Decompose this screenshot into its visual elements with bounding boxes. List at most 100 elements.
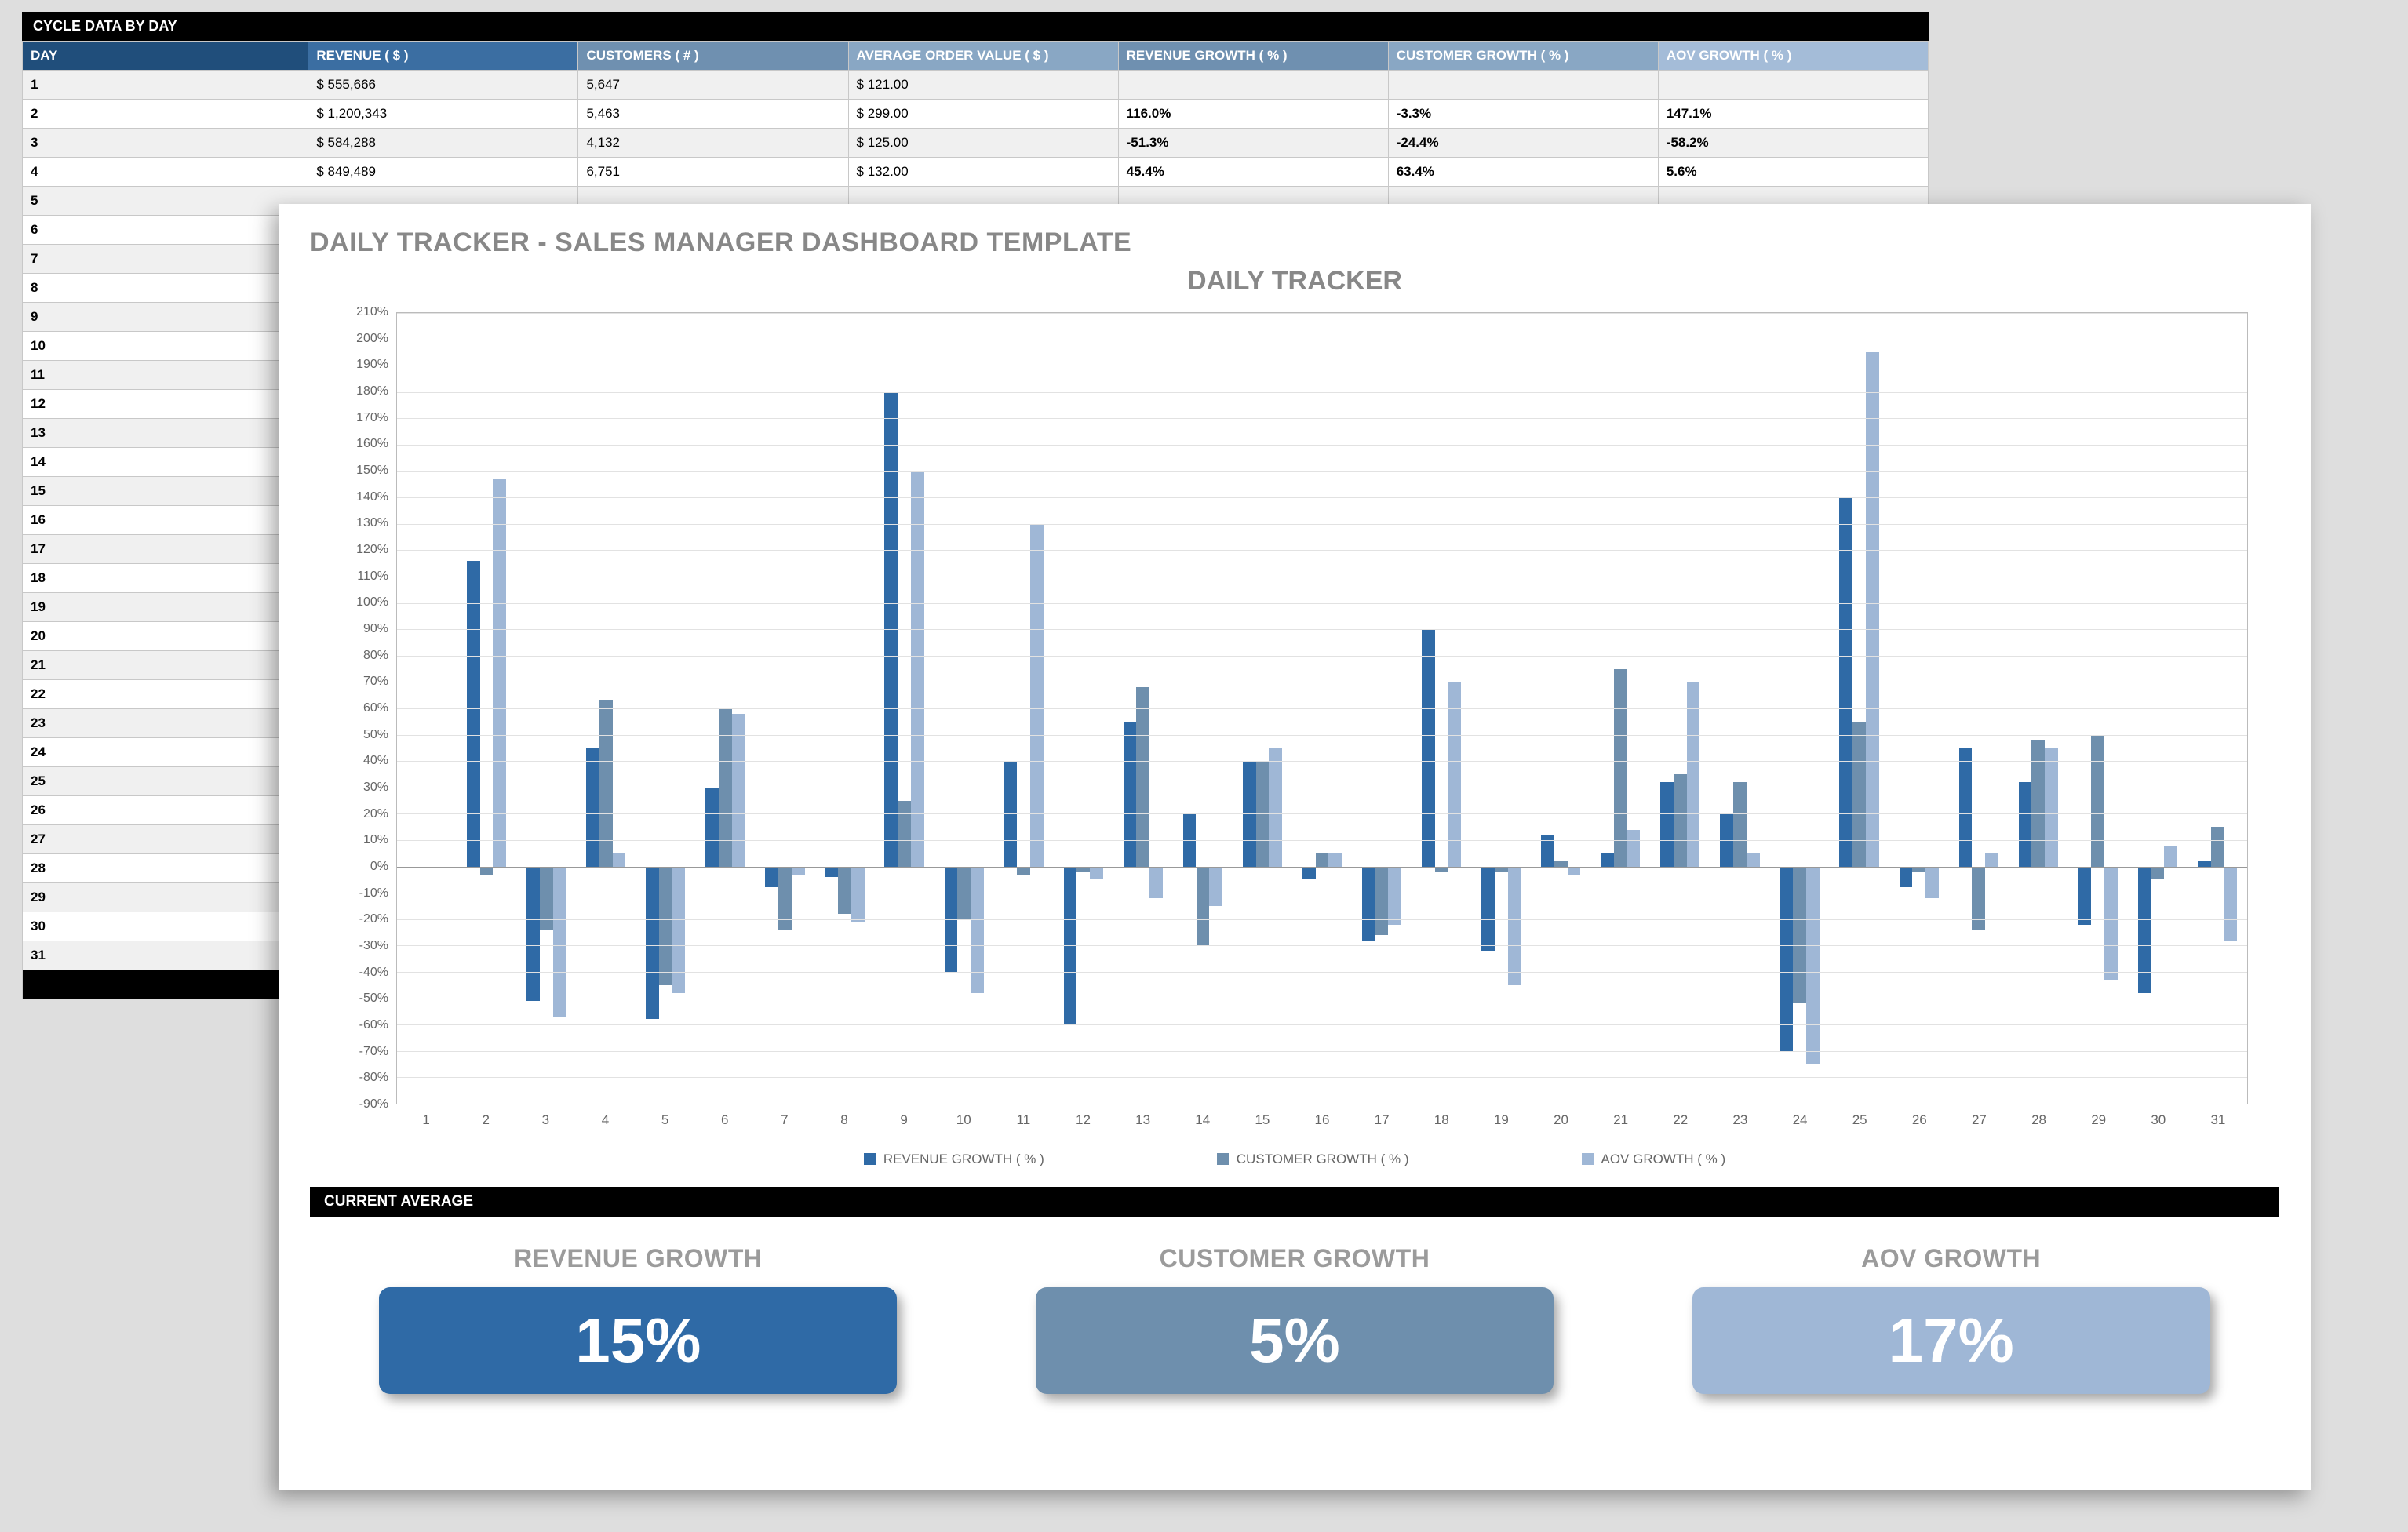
bar-customer bbox=[778, 867, 792, 930]
y-tick: 10% bbox=[326, 833, 388, 847]
bar-revenue bbox=[1780, 867, 1793, 1051]
x-tick: 9 bbox=[900, 1112, 907, 1128]
table-row[interactable]: 4$ 849,4896,751$ 132.0045.4%63.4%5.6% bbox=[23, 158, 1929, 187]
bar-revenue bbox=[825, 867, 838, 877]
bar-customer bbox=[659, 867, 672, 985]
x-tick: 23 bbox=[1732, 1112, 1747, 1128]
bar-aov bbox=[1687, 682, 1700, 866]
bar-customer bbox=[540, 867, 553, 930]
bar-aov bbox=[1328, 853, 1342, 867]
y-tick: -80% bbox=[326, 1071, 388, 1085]
chart-title: DAILY TRACKER bbox=[310, 266, 2279, 297]
x-tick: 10 bbox=[956, 1112, 971, 1128]
x-tick: 6 bbox=[721, 1112, 728, 1128]
y-tick: 140% bbox=[326, 490, 388, 504]
x-tick: 18 bbox=[1434, 1112, 1449, 1128]
bar-revenue bbox=[526, 867, 540, 1001]
y-tick: -30% bbox=[326, 939, 388, 953]
col-customers: CUSTOMERS ( # ) bbox=[578, 42, 848, 71]
bar-aov bbox=[1627, 830, 1641, 867]
bar-revenue bbox=[1302, 867, 1316, 880]
x-tick: 17 bbox=[1375, 1112, 1390, 1128]
stat-value: 15% bbox=[379, 1287, 897, 1394]
bar-customer bbox=[1614, 669, 1627, 867]
legend-item-customer: CUSTOMER GROWTH ( % ) bbox=[1217, 1152, 1409, 1167]
bar-aov bbox=[672, 867, 686, 993]
bar-revenue bbox=[586, 748, 599, 866]
y-tick: -90% bbox=[326, 1097, 388, 1112]
y-tick: 180% bbox=[326, 384, 388, 398]
table-row[interactable]: 2$ 1,200,3435,463$ 299.00116.0%-3.3%147.… bbox=[23, 100, 1929, 129]
table-row[interactable]: 1$ 555,6665,647$ 121.00 bbox=[23, 71, 1929, 100]
y-tick: 80% bbox=[326, 649, 388, 663]
col-rev-growth: REVENUE GROWTH ( % ) bbox=[1118, 42, 1388, 71]
bar-revenue bbox=[1124, 722, 1137, 867]
y-tick: 120% bbox=[326, 543, 388, 557]
x-tick: 14 bbox=[1195, 1112, 1210, 1128]
x-tick: 16 bbox=[1315, 1112, 1330, 1128]
dashboard-card: DAILY TRACKER - SALES MANAGER DASHBOARD … bbox=[279, 204, 2311, 1490]
x-tick: 13 bbox=[1135, 1112, 1150, 1128]
bar-aov bbox=[1209, 867, 1222, 906]
bar-revenue bbox=[2019, 782, 2032, 867]
bar-aov bbox=[553, 867, 566, 1017]
bar-customer bbox=[1852, 722, 1866, 867]
bar-revenue bbox=[2078, 867, 2092, 925]
bar-aov bbox=[971, 867, 984, 993]
stat-value: 5% bbox=[1036, 1287, 1554, 1394]
y-tick: 100% bbox=[326, 595, 388, 610]
x-tick: 19 bbox=[1494, 1112, 1509, 1128]
bar-revenue bbox=[765, 867, 778, 888]
y-tick: 110% bbox=[326, 569, 388, 584]
bar-aov bbox=[493, 479, 506, 867]
bar-revenue bbox=[467, 561, 480, 867]
bar-aov bbox=[1866, 352, 1879, 866]
y-tick: -40% bbox=[326, 966, 388, 980]
stats-row: REVENUE GROWTH 15% CUSTOMER GROWTH 5% AO… bbox=[310, 1244, 2279, 1394]
bar-aov bbox=[1090, 867, 1103, 880]
table-row[interactable]: 3$ 584,2884,132$ 125.00-51.3%-24.4%-58.2… bbox=[23, 129, 1929, 158]
y-tick: 0% bbox=[326, 860, 388, 874]
y-tick: 160% bbox=[326, 437, 388, 451]
x-tick: 26 bbox=[1912, 1112, 1927, 1128]
bar-customer bbox=[838, 867, 851, 914]
stat-label: REVENUE GROWTH bbox=[379, 1244, 897, 1273]
bar-aov bbox=[1269, 748, 1282, 866]
x-tick: 20 bbox=[1554, 1112, 1568, 1128]
legend-item-revenue: REVENUE GROWTH ( % ) bbox=[864, 1152, 1044, 1167]
bar-revenue bbox=[1481, 867, 1495, 952]
x-tick: 11 bbox=[1017, 1112, 1031, 1128]
bar-customer bbox=[599, 700, 613, 867]
bar-revenue bbox=[646, 867, 659, 1020]
bar-customer bbox=[1375, 867, 1389, 935]
bar-revenue bbox=[1959, 748, 1973, 866]
bar-aov bbox=[1388, 867, 1401, 925]
bar-aov bbox=[851, 867, 865, 922]
y-tick: -60% bbox=[326, 1018, 388, 1032]
x-tick: 3 bbox=[542, 1112, 549, 1128]
x-tick: 30 bbox=[2151, 1112, 2166, 1128]
bar-revenue bbox=[705, 788, 719, 867]
y-tick: -20% bbox=[326, 912, 388, 926]
y-tick: 170% bbox=[326, 411, 388, 425]
y-tick: 200% bbox=[326, 332, 388, 346]
bar-revenue bbox=[2198, 861, 2211, 867]
col-cust-growth: CUSTOMER GROWTH ( % ) bbox=[1388, 42, 1658, 71]
bar-customer bbox=[2151, 867, 2165, 880]
bar-aov bbox=[732, 714, 745, 867]
x-tick: 31 bbox=[2210, 1112, 2225, 1128]
bar-revenue bbox=[1900, 867, 1913, 888]
x-tick: 8 bbox=[840, 1112, 847, 1128]
y-tick: 40% bbox=[326, 754, 388, 768]
stat-aov-growth: AOV GROWTH 17% bbox=[1692, 1244, 2210, 1394]
x-tick: 21 bbox=[1613, 1112, 1628, 1128]
bar-aov bbox=[1448, 682, 1461, 866]
y-tick: 30% bbox=[326, 781, 388, 795]
x-tick: 24 bbox=[1793, 1112, 1808, 1128]
bar-customer bbox=[2211, 827, 2224, 866]
bar-customer bbox=[2031, 740, 2045, 866]
bar-aov bbox=[911, 471, 924, 867]
col-aov: AVERAGE ORDER VALUE ( $ ) bbox=[848, 42, 1118, 71]
y-tick: 190% bbox=[326, 358, 388, 372]
daily-tracker-chart: -90%-80%-70%-60%-50%-40%-30%-20%-10%0%10… bbox=[326, 304, 2264, 1152]
